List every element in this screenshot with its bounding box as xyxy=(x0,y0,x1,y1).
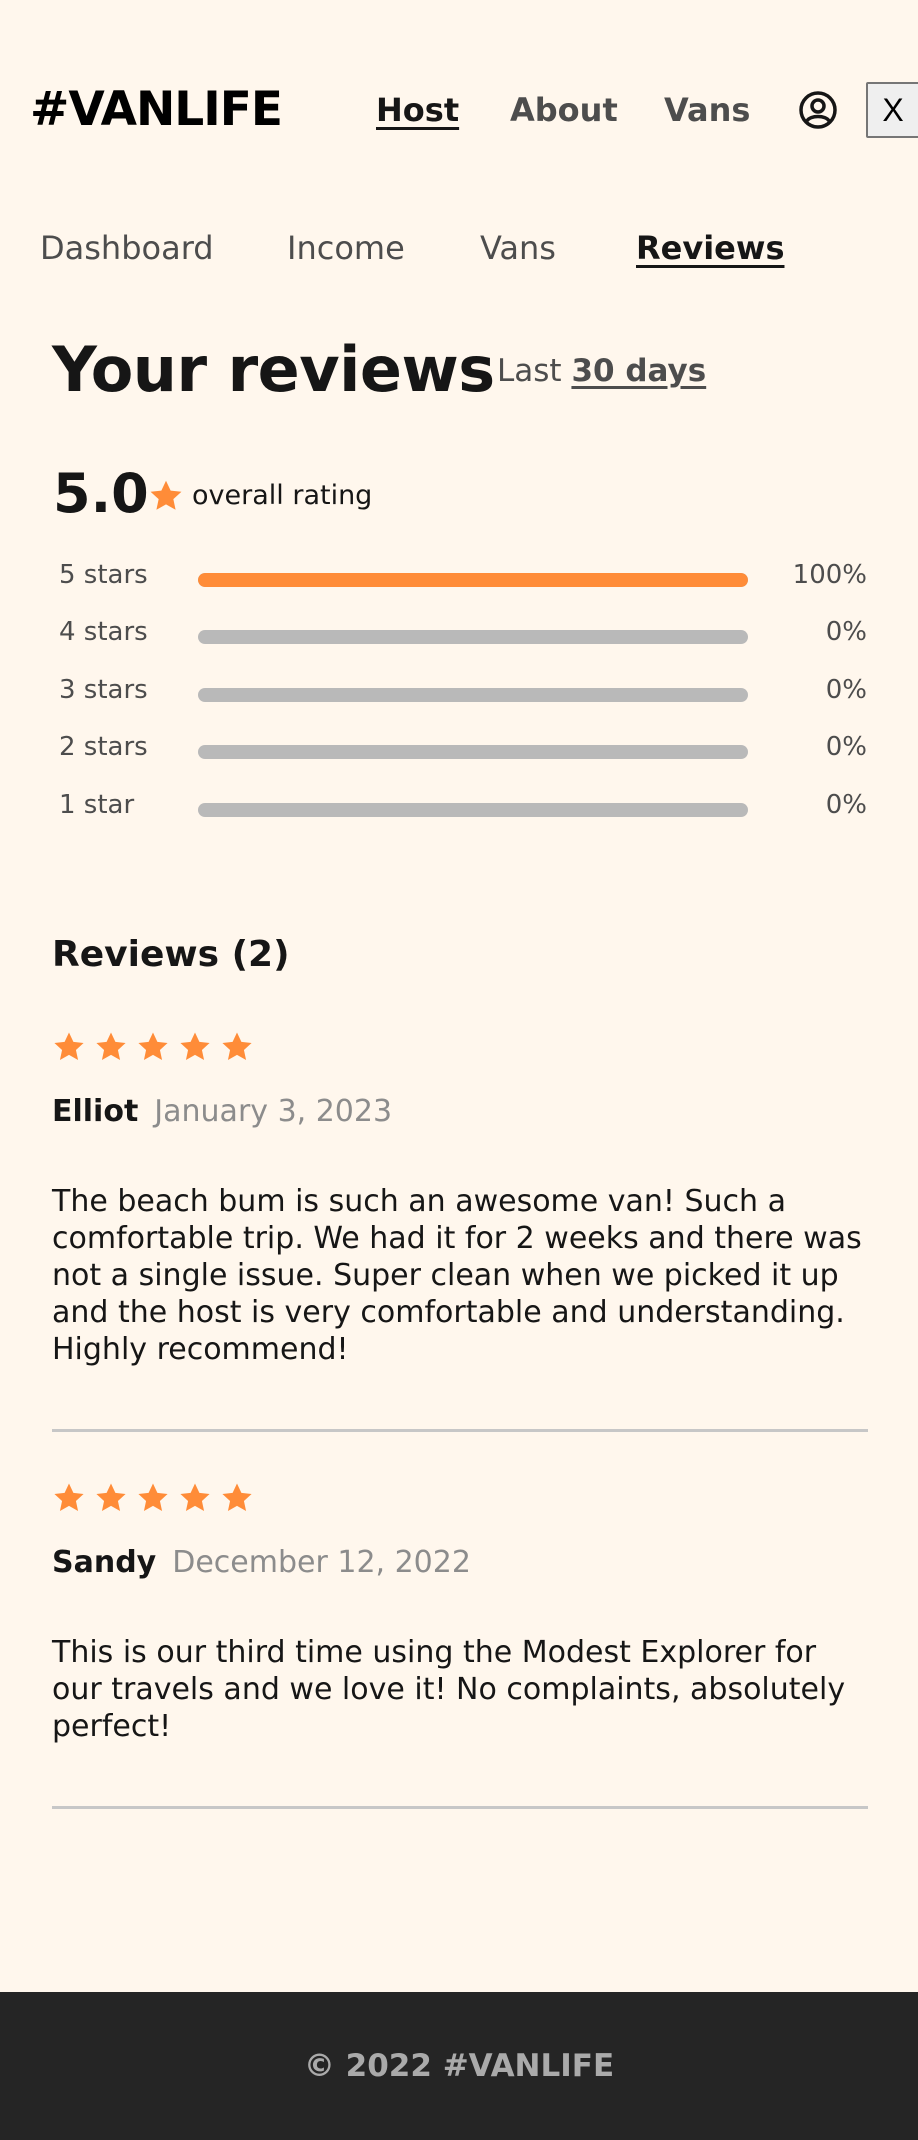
nav-host-link[interactable]: Host xyxy=(376,91,459,129)
review-text: The beach bum is such an awesome van! Su… xyxy=(52,1184,862,1367)
review-divider xyxy=(52,1806,868,1809)
rating-bar-track xyxy=(198,573,748,587)
rating-bar-track xyxy=(198,745,748,759)
rating-row-2: 2 stars 0% xyxy=(0,732,918,772)
rating-row-3: 3 stars 0% xyxy=(0,675,918,715)
review-date: January 3, 2023 xyxy=(154,1094,393,1129)
nav-vans-link[interactable]: Vans xyxy=(664,91,750,129)
rating-row-1: 1 star 0% xyxy=(0,790,918,830)
star-icon xyxy=(138,1032,168,1061)
star-icon xyxy=(138,1483,168,1512)
rating-row-label: 4 stars xyxy=(59,617,148,647)
rating-row-4: 4 stars 0% xyxy=(0,617,918,657)
close-button[interactable]: X xyxy=(866,82,918,138)
footer-copyright: © 2022 #VANLIFE xyxy=(303,2048,615,2084)
nav-about-link[interactable]: About xyxy=(510,91,618,129)
page-title: Your reviews xyxy=(52,333,495,406)
tab-vans[interactable]: Vans xyxy=(480,229,556,267)
tab-dashboard[interactable]: Dashboard xyxy=(40,229,214,267)
star-icon xyxy=(180,1483,210,1512)
review-date: December 12, 2022 xyxy=(172,1545,471,1580)
rating-bar-track xyxy=(198,803,748,817)
tab-income[interactable]: Income xyxy=(287,229,405,267)
star-icon xyxy=(180,1032,210,1061)
rating-row-label: 1 star xyxy=(59,790,135,820)
rating-row-percent: 100% xyxy=(792,560,867,590)
site-footer: © 2022 #VANLIFE xyxy=(0,1992,918,2140)
star-icon xyxy=(222,1483,252,1512)
site-header: #VANLIFE Host About Vans X xyxy=(0,0,918,220)
rating-row-label: 5 stars xyxy=(59,560,148,590)
review-text: This is our third time using the Modest … xyxy=(52,1635,846,1744)
site-logo[interactable]: #VANLIFE xyxy=(30,82,283,137)
reviews-heading: Reviews (2) xyxy=(52,934,290,975)
rating-row-5: 5 stars 100% xyxy=(0,560,918,600)
reviewer-name: Elliot xyxy=(52,1094,139,1129)
review-card: Sandy December 12, 2022 This is our third… xyxy=(52,1481,868,1745)
period-filter: Last 30 days xyxy=(497,353,706,389)
review-stars xyxy=(52,1481,868,1517)
review-meta: Elliot January 3, 2023 xyxy=(52,1094,868,1129)
star-icon xyxy=(54,1483,84,1512)
period-prefix: Last xyxy=(497,353,562,389)
rating-bar-fill xyxy=(198,573,748,587)
review-divider xyxy=(52,1429,868,1432)
rating-row-percent: 0% xyxy=(825,617,867,647)
rating-row-percent: 0% xyxy=(825,675,867,705)
review-stars xyxy=(52,1030,868,1066)
star-icon xyxy=(150,480,182,510)
period-days-link[interactable]: 30 days xyxy=(571,353,706,389)
star-icon xyxy=(222,1032,252,1061)
tab-reviews[interactable]: Reviews xyxy=(636,229,784,267)
rating-row-percent: 0% xyxy=(825,790,867,820)
review-card: Elliot January 3, 2023 The beach bum is s… xyxy=(52,1030,868,1368)
rating-row-label: 3 stars xyxy=(59,675,148,705)
star-icon xyxy=(96,1032,126,1061)
overall-rating-label: overall rating xyxy=(192,480,373,511)
review-meta: Sandy December 12, 2022 xyxy=(52,1545,868,1580)
star-icon xyxy=(54,1032,84,1061)
overall-score: 5.0 xyxy=(53,462,149,525)
reviewer-name: Sandy xyxy=(52,1545,157,1580)
rating-row-percent: 0% xyxy=(825,732,867,762)
rating-bar-track xyxy=(198,630,748,644)
rating-row-label: 2 stars xyxy=(59,732,148,762)
rating-bar-track xyxy=(198,688,748,702)
user-circle-icon[interactable] xyxy=(798,90,838,130)
star-icon xyxy=(96,1483,126,1512)
